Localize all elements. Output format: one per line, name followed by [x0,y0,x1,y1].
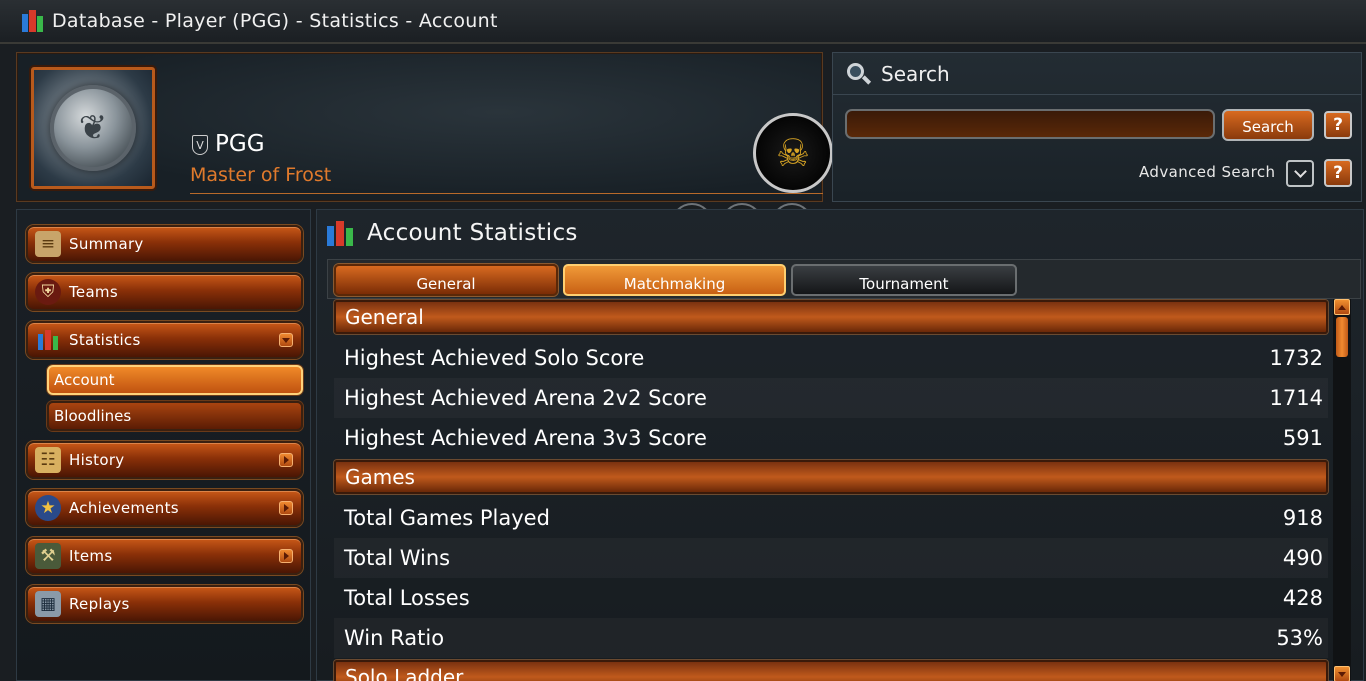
skull-rank-icon[interactable]: ☠ [753,113,833,193]
expand-arrow-icon[interactable] [279,501,293,515]
search-panel: Search Search ? Advanced Search ? [832,52,1362,202]
search-help-button[interactable]: ? [1324,111,1352,139]
stat-label: Total Losses [344,586,470,610]
tab-tournament[interactable]: Tournament [791,264,1017,296]
medal-icon: ★ [35,495,61,521]
stat-value: 918 [1282,506,1323,530]
stat-label: Highest Achieved Solo Score [344,346,645,370]
stat-row: Highest Achieved Arena 2v2 Score 1714 [334,378,1328,418]
sidebar-item-items[interactable]: ⚒ Items [26,537,303,575]
search-input[interactable] [845,109,1215,139]
statistics-icon [35,327,61,353]
window-title: Database - Player (PGG) - Statistics - A… [52,10,498,32]
section-header-general: General [334,300,1328,334]
film-icon: ▦ [35,591,61,617]
statistics-icon [325,218,355,248]
book-icon: ☷ [35,447,61,473]
sidebar-item-label: Teams [69,283,118,301]
expand-arrow-icon[interactable] [279,453,293,467]
team-shield-icon: ⛨ [35,279,61,305]
player-name: PGG [215,131,265,157]
stat-row: Highest Achieved Arena 3v3 Score 591 [334,418,1328,458]
scrollbar[interactable] [1333,299,1351,681]
advanced-search-help-button[interactable]: ? [1324,159,1352,187]
sidebar-item-statistics[interactable]: Statistics [26,321,303,359]
stat-row: Total Wins 490 [334,538,1328,578]
sidebar-item-label: Statistics [69,331,141,349]
tab-strip: General Matchmaking Tournament [327,259,1361,299]
sidebar-item-label: Summary [69,235,144,253]
stat-row: Total Games Played 918 [334,498,1328,538]
sidebar-item-label: Achievements [69,499,179,517]
section-header-solo-ladder: Solo Ladder [334,660,1328,681]
stat-label: Win Ratio [344,626,445,650]
items-icon: ⚒ [35,543,61,569]
tab-general[interactable]: General [334,264,558,296]
stat-label: Highest Achieved Arena 3v3 Score [344,426,707,450]
sidebar-item-label: Replays [69,595,130,613]
sidebar-item-history[interactable]: ☷ History [26,441,303,479]
sidebar-subitem-account[interactable]: Account [47,365,303,395]
search-button[interactable]: Search [1222,109,1314,141]
player-panel: ❦ V PGG Master of Frost ☠ 85 [16,52,833,245]
search-icon [845,61,872,87]
shield-icon: V [192,135,208,155]
stat-label: Total Games Played [344,506,550,530]
sidebar: ≡ Summary ⛨ Teams Statistics Account Blo… [16,209,311,681]
statistics-app-icon [20,8,46,34]
chevron-down-icon [1293,165,1307,178]
main-header: Account Statistics [317,210,1363,255]
sidebar-item-label: Items [69,547,113,565]
stat-value: 1714 [1269,386,1323,410]
scroll-down-button[interactable] [1334,666,1350,681]
search-title: Search [881,61,950,86]
scroll-icon: ≡ [35,231,61,257]
collapse-arrow-icon[interactable] [279,333,293,347]
stat-row: Win Ratio 53% [334,618,1328,658]
title-bar: Database - Player (PGG) - Statistics - A… [0,0,1366,44]
player-title: Master of Frost [190,164,332,186]
sidebar-item-summary[interactable]: ≡ Summary [26,225,303,263]
player-avatar[interactable]: ❦ [31,67,155,189]
main-panel: Account Statistics General Matchmaking T… [316,209,1364,681]
dragon-emblem-icon: ❦ [50,85,136,171]
stat-label: Total Wins [344,546,451,570]
sidebar-item-label: History [69,451,125,469]
sidebar-item-replays[interactable]: ▦ Replays [26,585,303,623]
tab-matchmaking[interactable]: Matchmaking [563,264,786,296]
stat-value: 490 [1282,546,1323,570]
sidebar-subitem-bloodlines[interactable]: Bloodlines [47,401,303,431]
stat-value: 591 [1282,426,1323,450]
expand-arrow-icon[interactable] [279,549,293,563]
stat-value: 428 [1282,586,1323,610]
stat-label: Highest Achieved Arena 2v2 Score [344,386,707,410]
advanced-search-dropdown[interactable] [1286,160,1314,187]
stat-row: Total Losses 428 [334,578,1328,618]
advanced-search-label: Advanced Search [1139,163,1276,181]
search-header: Search [833,53,1361,95]
stat-value: 53% [1276,626,1323,650]
stat-row: Highest Achieved Solo Score 1732 [334,338,1328,378]
page-title: Account Statistics [367,219,578,246]
scroll-thumb[interactable] [1336,317,1348,357]
statistics-list: General Highest Achieved Solo Score 1732… [331,298,1331,681]
sidebar-item-achievements[interactable]: ★ Achievements [26,489,303,527]
divider [190,193,823,194]
stat-value: 1732 [1269,346,1323,370]
sidebar-item-teams[interactable]: ⛨ Teams [26,273,303,311]
section-header-games: Games [334,460,1328,494]
scroll-up-button[interactable] [1334,299,1350,315]
